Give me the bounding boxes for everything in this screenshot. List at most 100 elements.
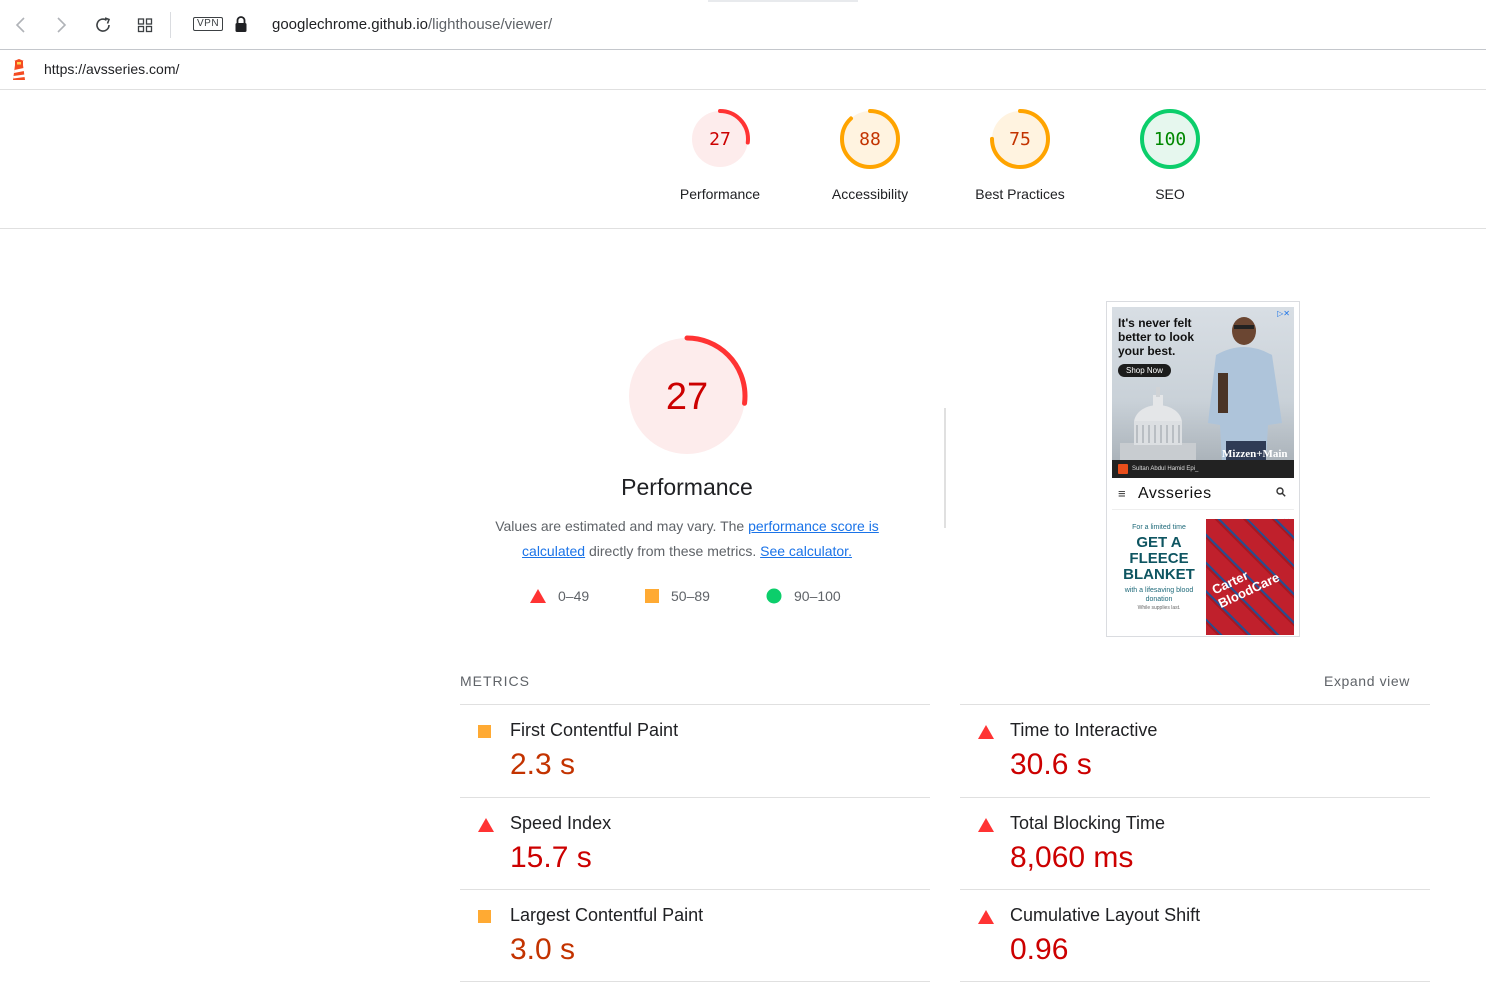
ad2-subtext: with a lifesaving blood donation While su… (1115, 586, 1203, 613)
address-bar[interactable]: googlechrome.github.io/lighthouse/viewer… (272, 16, 552, 33)
vpn-badge[interactable]: VPN (193, 17, 224, 31)
square-icon (478, 725, 491, 738)
metric-title: Largest Contentful Paint (510, 905, 704, 925)
gauge-best-practices-value: 75 (1009, 129, 1031, 150)
gauge-seo-value: 100 (1154, 129, 1187, 150)
ad2-small-text: For a limited time (1132, 524, 1186, 531)
legend-pass: 90–100 (766, 588, 841, 604)
ad1-caption: Sultan Abdul Hamid Epi_ (1132, 466, 1199, 472)
triangle-icon (978, 910, 994, 924)
metric-time-to-interactive[interactable]: Time to Interactive 30.6 s (960, 704, 1430, 797)
capitol-dome-image (1120, 387, 1196, 463)
gauge-performance-value: 27 (709, 129, 731, 150)
legend-average-range: 50–89 (671, 588, 710, 604)
performance-gauge-ring: 27 (626, 335, 748, 457)
metrics-divider-left (460, 981, 930, 982)
metric-title: Time to Interactive (1010, 720, 1158, 740)
legend-average: 50–89 (645, 588, 710, 604)
desc-middle: directly from these metrics. (585, 543, 761, 559)
performance-score-large: 27 (666, 376, 708, 418)
forward-arrow-icon (57, 17, 67, 33)
blanket-image: Carter BloodCare (1206, 519, 1294, 635)
see-calculator-link[interactable]: See calculator. (760, 543, 852, 559)
gauge-accessibility[interactable]: 88 Accessibility (810, 108, 930, 202)
metric-title: Total Blocking Time (1010, 813, 1166, 833)
performance-description: Values are estimated and may vary. The p… (462, 514, 912, 564)
gauge-seo-label: SEO (1155, 186, 1185, 202)
ad1-headline: It's never felt better to look your best… (1118, 316, 1195, 358)
grid-icon (137, 18, 153, 33)
metric-speed-index[interactable]: Speed Index 15.7 s (460, 797, 930, 890)
square-icon (645, 589, 659, 603)
url-path: /lighthouse/viewer/ (427, 16, 553, 33)
metric-value: 15.7 s (510, 841, 592, 874)
ad1-caption-strip: Sultan Abdul Hamid Epi_ (1112, 460, 1294, 478)
metric-cumulative-layout-shift[interactable]: Cumulative Layout Shift 0.96 (960, 889, 1430, 982)
ad-banner-mizzen: ▷✕ It's never felt better to look your b… (1112, 307, 1294, 478)
hamburger-menu-icon: ≡ (1118, 486, 1126, 501)
url-host: googlechrome.github.io (272, 16, 428, 33)
circle-icon (766, 588, 782, 604)
gauge-seo-ring: 100 (1140, 109, 1200, 169)
section-divider (944, 408, 946, 528)
triangle-icon (978, 818, 994, 832)
gauge-performance-label: Performance (679, 186, 761, 202)
ad1-shop-button: Shop Now (1118, 364, 1171, 377)
back-arrow-icon (15, 17, 25, 33)
metrics-divider-right (960, 981, 1430, 982)
gauge-performance[interactable]: 27 Performance (660, 108, 780, 202)
metric-value: 3.0 s (510, 933, 576, 966)
ad1-brand: Mizzen+Main (1222, 448, 1288, 460)
video-icon (1118, 464, 1128, 474)
square-icon (478, 910, 491, 923)
ad2-sub-line2: While supplies last. (1137, 605, 1181, 611)
performance-gauge-large: 27 (626, 335, 748, 457)
gauge-accessibility-ring: 88 (840, 109, 900, 169)
speed-dial-button[interactable] (132, 12, 158, 38)
tab-indicator (708, 0, 858, 2)
desc-prefix: Values are estimated and may vary. The (495, 518, 749, 534)
gauge-performance-ring: 27 (690, 109, 750, 169)
legend-fail-range: 0–49 (558, 588, 590, 604)
forward-button[interactable] (48, 12, 74, 38)
ad2-headline: GET A FLEECE BLANKET (1123, 534, 1195, 583)
metric-title: Cumulative Layout Shift (1010, 905, 1201, 925)
metric-value: 30.6 s (1010, 748, 1092, 781)
legend-pass-range: 90–100 (794, 588, 841, 604)
lighthouse-logo-icon (10, 59, 28, 86)
site-name: Avsseries (1138, 485, 1212, 502)
metric-value: 2.3 s (510, 748, 576, 781)
ad-banner-blanket: ▷✕ For a limited time GET A FLEECE BLANK… (1112, 515, 1294, 635)
site-header: ≡ Avsseries (1112, 480, 1294, 510)
final-screenshot[interactable]: ▷✕ It's never felt better to look your b… (1106, 301, 1300, 637)
triangle-icon (478, 818, 494, 832)
metric-value: 0.96 (1010, 933, 1069, 966)
expand-view-toggle[interactable]: Expand view (1324, 673, 1410, 689)
score-legend: 0–49 50–89 90–100 (530, 588, 890, 608)
metric-value: 8,060 ms (1010, 841, 1134, 874)
ad2-sub-line1: with a lifesaving blood donation (1124, 587, 1194, 603)
browser-toolbar: VPN googlechrome.github.io/lighthouse/vi… (0, 0, 1486, 50)
gauge-accessibility-value: 88 (859, 129, 881, 150)
ad2-brand: Carter BloodCare (1209, 567, 1282, 611)
gauge-best-practices-ring: 75 (990, 109, 1050, 169)
score-summary: 27 Performance 88 Accessibility 75 Best … (0, 90, 1486, 229)
metrics-header: METRICS (460, 673, 530, 689)
toolbar-divider (170, 12, 171, 38)
legend-fail: 0–49 (530, 588, 589, 604)
gauge-best-practices[interactable]: 75 Best Practices (960, 108, 1080, 202)
model-person-image (1208, 317, 1282, 463)
tested-url[interactable]: https://avsseries.com/ (44, 61, 179, 77)
metric-largest-contentful-paint[interactable]: Largest Contentful Paint 3.0 s (460, 889, 930, 982)
lighthouse-topbar: https://avsseries.com/ (0, 51, 1486, 90)
reload-button[interactable] (90, 12, 116, 38)
gauge-best-practices-label: Best Practices (975, 186, 1065, 202)
gauge-seo[interactable]: 100 SEO (1110, 108, 1230, 202)
metric-total-blocking-time[interactable]: Total Blocking Time 8,060 ms (960, 797, 1430, 890)
metric-first-contentful-paint[interactable]: First Contentful Paint 2.3 s (460, 704, 930, 797)
back-button[interactable] (8, 12, 34, 38)
performance-title: Performance (621, 474, 753, 500)
search-icon (1276, 487, 1286, 497)
lock-icon[interactable] (234, 15, 248, 38)
gauge-accessibility-label: Accessibility (831, 186, 909, 202)
